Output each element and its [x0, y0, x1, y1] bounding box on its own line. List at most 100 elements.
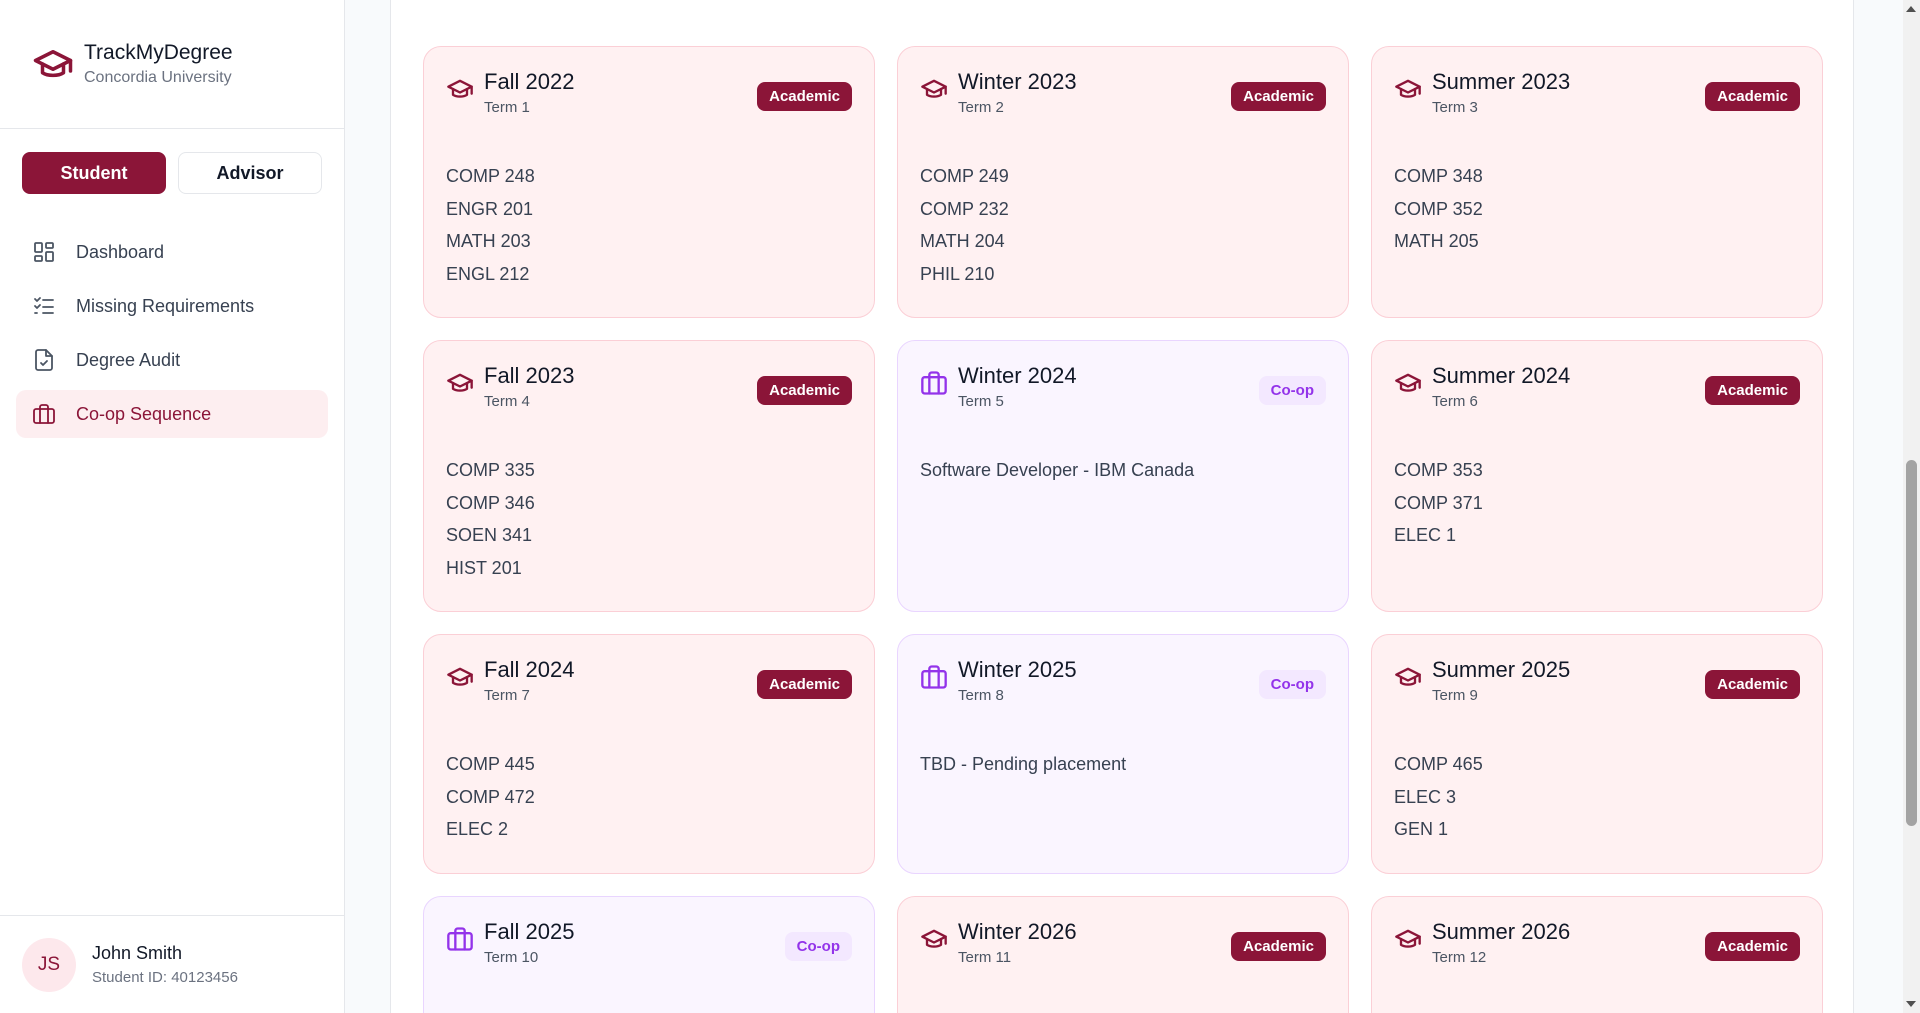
- student-id: Student ID: 40123456: [92, 969, 238, 986]
- course-item: SOEN 341: [446, 525, 533, 545]
- term-card: Winter 2023 Term 2 Academic COMP 249 COM…: [897, 46, 1349, 318]
- sidebar-item-label: Missing Requirements: [76, 295, 255, 316]
- term-name: Fall 2025: [484, 919, 575, 944]
- term-type-badge: Co-op: [1258, 670, 1326, 699]
- term-name: Fall 2022: [484, 69, 575, 94]
- main-content: Fall 2022 Term 1 Academic COMP 248 ENGR …: [390, 0, 1854, 1013]
- course-item: COMP 353: [1394, 460, 1483, 480]
- term-name: Summer 2023: [1432, 69, 1571, 94]
- term-name: Summer 2026: [1432, 919, 1571, 944]
- course-item: MATH 205: [1394, 231, 1479, 251]
- course-item: ENGL 212: [446, 263, 530, 284]
- term-number: Term 4: [484, 393, 530, 410]
- term-name: Summer 2024: [1432, 363, 1571, 388]
- term-name: Winter 2023: [958, 69, 1077, 94]
- user-name: John Smith: [92, 943, 183, 963]
- graduation-cap-icon: [33, 50, 73, 78]
- placement-list: TBD - Pending placement: [920, 748, 1326, 781]
- term-card: Summer 2025 Term 9 Academic COMP 465 ELE…: [1371, 634, 1823, 874]
- term-name: Winter 2025: [958, 657, 1077, 682]
- term-type-badge: Academic: [1705, 932, 1800, 961]
- page-scrollbar[interactable]: [1903, 0, 1920, 1013]
- scroll-up-arrow-icon[interactable]: [1906, 6, 1916, 12]
- app-name: TrackMyDegree: [84, 41, 233, 64]
- term-card: Winter 2024 Term 5 Co-op Software Develo…: [897, 340, 1349, 612]
- term-number: Term 12: [1432, 949, 1487, 966]
- student-role-button[interactable]: Student: [22, 152, 166, 194]
- term-name: Winter 2024: [958, 363, 1077, 388]
- term-type-badge: Academic: [1705, 670, 1800, 699]
- graduation-cap-icon: [921, 929, 947, 948]
- graduation-cap-icon: [1395, 667, 1421, 686]
- course-item: COMP 348: [1394, 166, 1483, 186]
- course-list: COMP 249 COMP 232 MATH 204 PHIL 210: [920, 160, 1326, 290]
- sidebar-item-dashboard[interactable]: Dashboard: [16, 228, 328, 276]
- brand-header: TrackMyDegree Concordia University: [0, 0, 344, 129]
- graduation-cap-icon: [447, 667, 473, 686]
- term-card: Summer 2023 Term 3 Academic COMP 348 COM…: [1371, 46, 1823, 318]
- coop-sequence-grid: Fall 2022 Term 1 Academic COMP 248 ENGR …: [423, 46, 1823, 1013]
- sidebar-item-degree-audit[interactable]: Degree Audit: [16, 336, 328, 384]
- course-list: COMP 445 COMP 472 ELEC 2: [446, 748, 852, 846]
- sidebar-item-label: Co-op Sequence: [76, 403, 212, 424]
- briefcase-icon: [33, 404, 55, 424]
- term-type-badge: Academic: [757, 82, 852, 111]
- placement-item: TBD - Pending placement: [920, 754, 1127, 774]
- course-list: COMP 353 COMP 371 ELEC 1: [1394, 454, 1800, 552]
- course-list: COMP 335 COMP 346 SOEN 341 HIST 201: [446, 454, 852, 584]
- briefcase-icon: [447, 927, 473, 951]
- user-profile[interactable]: JS John Smith Student ID: 40123456: [0, 915, 345, 1013]
- sidebar-item-missing-requirements[interactable]: Missing Requirements: [16, 282, 328, 330]
- course-item: ELEC 1: [1394, 525, 1457, 545]
- course-list: COMP 348 COMP 352 MATH 205: [1394, 160, 1800, 258]
- sidebar-item-label: Dashboard: [76, 241, 165, 262]
- dashboard-icon: [34, 242, 54, 262]
- course-item: COMP 232: [920, 198, 1009, 219]
- checklist-icon: [34, 297, 54, 314]
- term-number: Term 9: [1432, 687, 1478, 704]
- term-type-badge: Co-op: [784, 932, 852, 961]
- term-type-badge: Academic: [757, 376, 852, 405]
- course-item: COMP 445: [446, 754, 535, 774]
- term-card: Winter 2026 Term 11 Academic: [897, 896, 1349, 1013]
- term-type-badge: Co-op: [1258, 376, 1326, 405]
- sidebar-nav: Dashboard Missing Requirements Degree Au…: [0, 194, 344, 438]
- briefcase-icon: [921, 665, 947, 689]
- briefcase-icon: [921, 371, 947, 395]
- term-card: Winter 2025 Term 8 Co-op TBD - Pending p…: [897, 634, 1349, 874]
- term-name: Winter 2026: [958, 919, 1077, 944]
- graduation-cap-icon: [447, 79, 473, 98]
- graduation-cap-icon: [1395, 79, 1421, 98]
- term-name: Summer 2025: [1432, 657, 1571, 682]
- course-item: COMP 472: [446, 786, 535, 807]
- placement-list: Software Developer - IBM Canada: [920, 454, 1326, 487]
- sidebar-item-label: Degree Audit: [76, 349, 181, 370]
- scrollbar-thumb[interactable]: [1906, 460, 1917, 826]
- course-item: ELEC 2: [446, 819, 509, 839]
- course-item: COMP 465: [1394, 754, 1483, 774]
- term-card: Fall 2025 Term 10 Co-op: [423, 896, 875, 1013]
- file-check-icon: [35, 349, 53, 371]
- term-number: Term 7: [484, 687, 530, 704]
- sidebar-item-coop-sequence[interactable]: Co-op Sequence: [16, 390, 328, 438]
- course-item: COMP 371: [1394, 492, 1483, 513]
- course-item: HIST 201: [446, 557, 522, 578]
- university-name: Concordia University: [84, 69, 232, 86]
- course-item: GEN 1: [1394, 819, 1449, 839]
- avatar: JS: [22, 937, 76, 992]
- scroll-down-arrow-icon[interactable]: [1906, 1001, 1916, 1007]
- graduation-cap-icon: [1395, 373, 1421, 392]
- term-number: Term 10: [484, 949, 539, 966]
- placement-item: Software Developer - IBM Canada: [920, 460, 1195, 480]
- course-item: COMP 346: [446, 492, 535, 513]
- course-item: COMP 248: [446, 166, 535, 186]
- advisor-role-button[interactable]: Advisor: [178, 152, 322, 194]
- sidebar: TrackMyDegree Concordia University Stude…: [0, 0, 345, 1013]
- term-number: Term 6: [1432, 393, 1478, 410]
- term-card: Summer 2024 Term 6 Academic COMP 353 COM…: [1371, 340, 1823, 612]
- term-card: Fall 2022 Term 1 Academic COMP 248 ENGR …: [423, 46, 875, 318]
- term-number: Term 11: [958, 949, 1012, 966]
- graduation-cap-icon: [447, 373, 473, 392]
- term-number: Term 2: [958, 99, 1004, 116]
- role-toggle: Student Advisor: [0, 129, 344, 194]
